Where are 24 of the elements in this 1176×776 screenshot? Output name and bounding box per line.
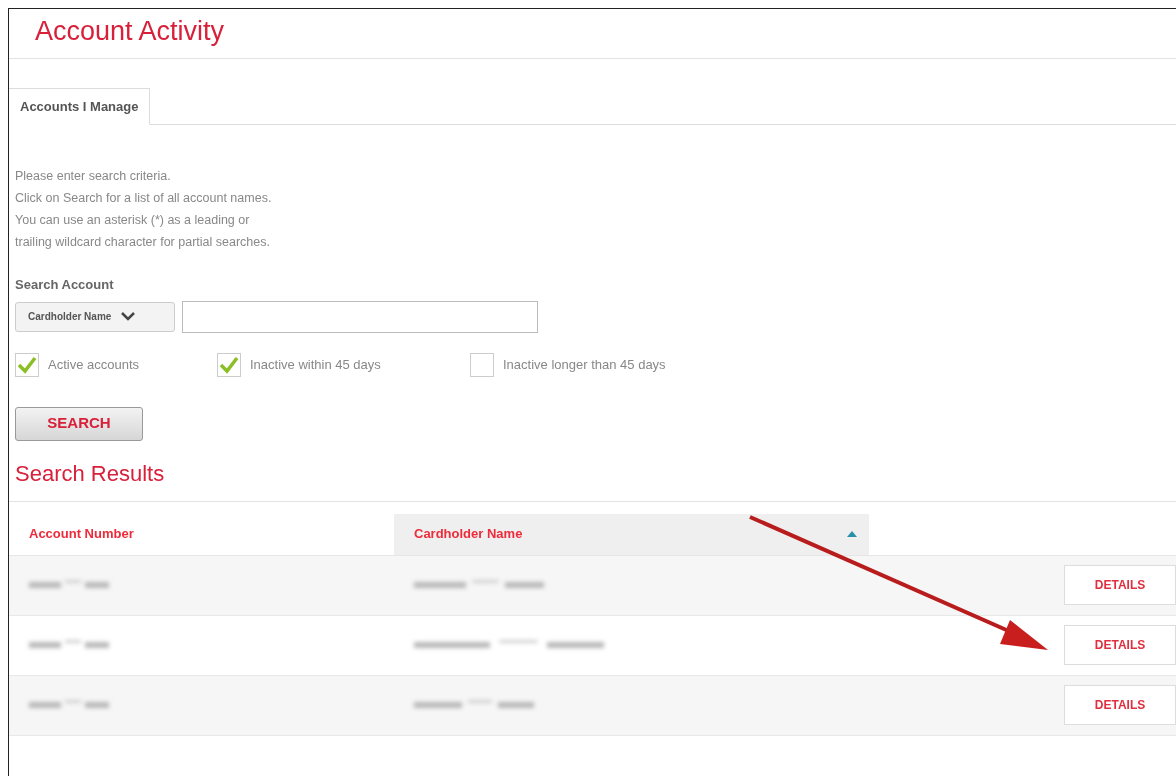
checkbox-label: Active accounts (48, 355, 140, 374)
chevron-down-icon (121, 312, 136, 321)
details-button[interactable]: DETAILS (1064, 565, 1176, 605)
checkbox[interactable] (217, 352, 241, 377)
checkbox[interactable] (470, 352, 494, 377)
checkbox-label: Inactive within 45 days (250, 355, 381, 374)
instruction-text: Click on Search for a list of all account names. (15, 190, 273, 207)
field-type-dropdown[interactable]: Cardholder Name (15, 301, 175, 332)
tab[interactable]: Accounts I Manage (9, 88, 151, 125)
page-title: Account Activity (35, 15, 226, 48)
instruction-text: trailing wildcard character for partial searches. (15, 234, 271, 251)
column-header[interactable]: Cardholder Name (394, 513, 869, 555)
instruction-text: You can use an asterisk (*) as a leading or (15, 212, 251, 229)
details-button[interactable]: DETAILS (1064, 685, 1176, 725)
details-button[interactable]: DETAILS (1064, 625, 1176, 665)
search-field[interactable] (182, 300, 538, 333)
search-button[interactable]: SEARCH (15, 406, 143, 441)
field-label: Search Account (15, 276, 115, 294)
sort-up-icon (847, 531, 857, 537)
column-header[interactable]: Account Number (9, 513, 394, 555)
instruction-text: Please enter search criteria. (15, 168, 172, 185)
section-title: Search Results (15, 459, 166, 488)
checkbox-label: Inactive longer than 45 days (503, 355, 666, 374)
checkbox[interactable] (15, 352, 39, 377)
